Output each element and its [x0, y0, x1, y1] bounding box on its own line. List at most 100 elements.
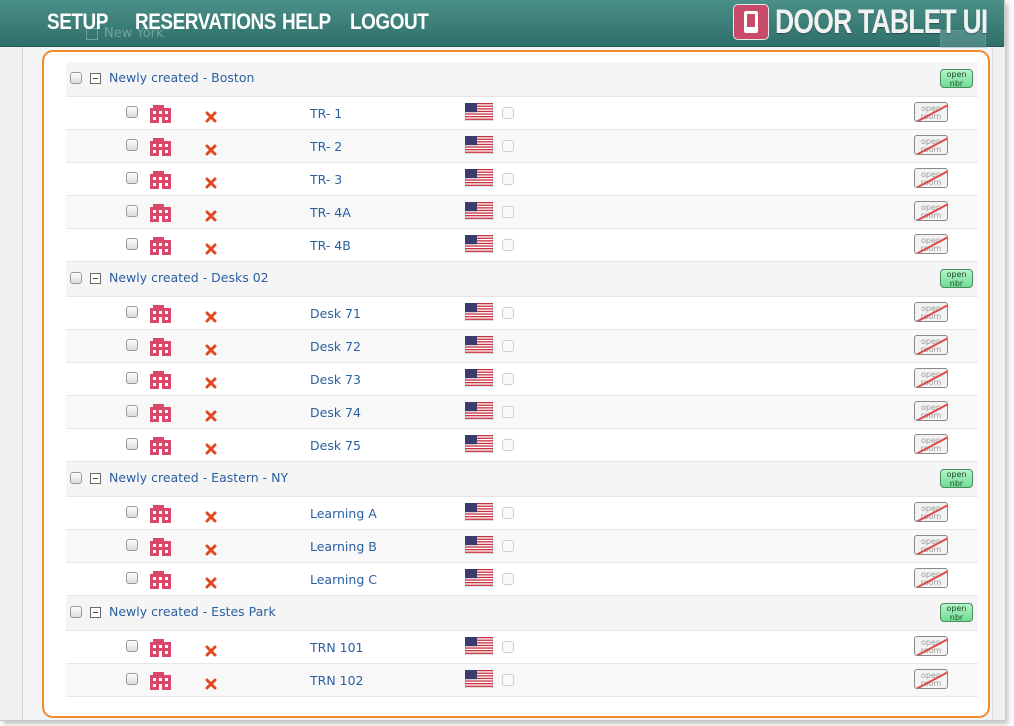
- open-room-button[interactable]: open room: [914, 669, 948, 689]
- open-room-button[interactable]: open room: [914, 201, 948, 221]
- room-checkbox[interactable]: [126, 640, 138, 652]
- group-label[interactable]: Newly created - Desks 02: [109, 270, 269, 285]
- room-name-link[interactable]: Desk 72: [310, 339, 361, 354]
- room-checkbox[interactable]: [126, 238, 138, 250]
- room-option-checkbox[interactable]: [502, 140, 514, 152]
- room-name-link[interactable]: Desk 75: [310, 438, 361, 453]
- nav-help[interactable]: HELP: [282, 9, 331, 35]
- remove-x-icon[interactable]: [205, 108, 217, 123]
- room-name-link[interactable]: Learning C: [310, 572, 377, 587]
- room-option-checkbox[interactable]: [502, 206, 514, 218]
- remove-x-icon[interactable]: [205, 642, 217, 657]
- nav-reservations[interactable]: RESERVATIONS: [135, 9, 276, 35]
- remove-x-icon[interactable]: [205, 407, 217, 422]
- open-room-button[interactable]: open room: [914, 135, 948, 155]
- remove-x-icon[interactable]: [205, 374, 217, 389]
- open-nbr-button[interactable]: open nbr: [940, 69, 973, 88]
- room-name-link[interactable]: Learning B: [310, 539, 377, 554]
- room-checkbox[interactable]: [126, 438, 138, 450]
- group-label[interactable]: Newly created - Estes Park: [109, 604, 276, 619]
- room-checkbox[interactable]: [126, 673, 138, 685]
- room-checkbox[interactable]: [126, 539, 138, 551]
- room-option-checkbox[interactable]: [502, 439, 514, 451]
- room-checkbox[interactable]: [126, 205, 138, 217]
- collapse-icon[interactable]: [90, 73, 101, 84]
- room-name-link[interactable]: TR- 4A: [310, 205, 351, 220]
- room-name-link[interactable]: Learning A: [310, 506, 377, 521]
- remove-x-icon[interactable]: [205, 308, 217, 323]
- remove-x-icon[interactable]: [205, 541, 217, 556]
- group-checkbox[interactable]: [70, 272, 82, 284]
- remove-x-icon[interactable]: [205, 207, 217, 222]
- room-checkbox[interactable]: [126, 405, 138, 417]
- room-name-link[interactable]: TR- 3: [310, 172, 342, 187]
- open-room-button[interactable]: open room: [914, 368, 948, 388]
- room-checkbox[interactable]: [126, 106, 138, 118]
- room-checkbox[interactable]: [126, 339, 138, 351]
- remove-x-icon[interactable]: [205, 440, 217, 455]
- room-checkbox[interactable]: [126, 139, 138, 151]
- nav-setup[interactable]: SETUP: [47, 9, 108, 35]
- room-checkbox[interactable]: [126, 306, 138, 318]
- room-option-checkbox[interactable]: [502, 573, 514, 585]
- room-option-checkbox[interactable]: [502, 107, 514, 119]
- room-name-link[interactable]: Desk 73: [310, 372, 361, 387]
- open-room-button[interactable]: open room: [914, 568, 948, 588]
- open-room-button[interactable]: open room: [914, 636, 948, 656]
- group-label[interactable]: Newly created - Boston: [109, 70, 254, 85]
- open-room-button[interactable]: open room: [914, 302, 948, 322]
- open-room-button[interactable]: open room: [914, 535, 948, 555]
- room-option-checkbox[interactable]: [502, 340, 514, 352]
- us-flag-icon: [464, 201, 494, 221]
- group-checkbox[interactable]: [70, 606, 82, 618]
- open-nbr-label-bottom: nbr: [949, 278, 964, 288]
- group-checkbox[interactable]: [70, 472, 82, 484]
- collapse-icon[interactable]: [90, 607, 101, 618]
- building-icon: [150, 571, 171, 589]
- open-room-button[interactable]: open room: [914, 335, 948, 355]
- open-nbr-button[interactable]: open nbr: [940, 469, 973, 488]
- remove-x-icon[interactable]: [205, 508, 217, 523]
- open-room-button[interactable]: open room: [914, 168, 948, 188]
- room-name-link[interactable]: Desk 74: [310, 405, 361, 420]
- room-checkbox[interactable]: [126, 506, 138, 518]
- room-option-checkbox[interactable]: [502, 641, 514, 653]
- open-nbr-button[interactable]: open nbr: [940, 603, 973, 622]
- remove-x-icon[interactable]: [205, 574, 217, 589]
- open-room-button[interactable]: open room: [914, 401, 948, 421]
- room-name-link[interactable]: TR- 1: [310, 106, 342, 121]
- open-room-button[interactable]: open room: [914, 102, 948, 122]
- remove-x-icon[interactable]: [205, 675, 217, 690]
- room-option-checkbox[interactable]: [502, 239, 514, 251]
- room-name-link[interactable]: TRN 101: [310, 640, 364, 655]
- nav-logout[interactable]: LOGOUT: [350, 9, 429, 35]
- group-label[interactable]: Newly created - Eastern - NY: [109, 470, 288, 485]
- remove-x-icon[interactable]: [205, 141, 217, 156]
- room-name-link[interactable]: Desk 71: [310, 306, 361, 321]
- open-room-button[interactable]: open room: [914, 234, 948, 254]
- building-icon: [150, 437, 171, 455]
- room-name-link[interactable]: TR- 2: [310, 139, 342, 154]
- open-room-button[interactable]: open room: [914, 502, 948, 522]
- room-checkbox[interactable]: [126, 572, 138, 584]
- room-option-checkbox[interactable]: [502, 173, 514, 185]
- collapse-icon[interactable]: [90, 473, 101, 484]
- remove-x-icon[interactable]: [205, 174, 217, 189]
- room-option-checkbox[interactable]: [502, 307, 514, 319]
- group-rooms: Learning A open room Learning B open room Lear…: [66, 497, 978, 596]
- remove-x-icon[interactable]: [205, 341, 217, 356]
- group-checkbox[interactable]: [70, 72, 82, 84]
- room-option-checkbox[interactable]: [502, 540, 514, 552]
- room-option-checkbox[interactable]: [502, 373, 514, 385]
- room-option-checkbox[interactable]: [502, 406, 514, 418]
- open-room-button[interactable]: open room: [914, 434, 948, 454]
- remove-x-icon[interactable]: [205, 240, 217, 255]
- room-name-link[interactable]: TR- 4B: [310, 238, 351, 253]
- room-name-link[interactable]: TRN 102: [310, 673, 364, 688]
- collapse-icon[interactable]: [90, 273, 101, 284]
- room-checkbox[interactable]: [126, 172, 138, 184]
- room-checkbox[interactable]: [126, 372, 138, 384]
- room-option-checkbox[interactable]: [502, 507, 514, 519]
- open-nbr-button[interactable]: open nbr: [940, 269, 973, 288]
- room-option-checkbox[interactable]: [502, 674, 514, 686]
